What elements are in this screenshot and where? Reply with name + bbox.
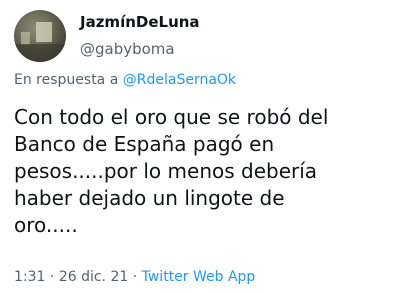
tweet-text-line: pesos.....por lo menos debería <box>14 159 318 183</box>
tweet-text-line: Banco de España pagó en <box>14 132 275 156</box>
tweet-text: Con todo el oro que se robó del Banco de… <box>14 104 416 239</box>
tweet-card: JazmínDeLuna @gabyboma En respuesta a @R… <box>0 0 420 292</box>
avatar-image-detail <box>14 44 66 62</box>
tweet-metadata: 1:31 · 26 dic. 21 · Twitter Web App <box>14 267 255 287</box>
author-display-name[interactable]: JazmínDeLuna <box>80 12 200 32</box>
tweet-source-link[interactable]: Twitter Web App <box>142 269 256 285</box>
reply-prefix: En respuesta a <box>14 72 119 88</box>
tweet-text-line: oro..... <box>14 213 78 237</box>
reply-context: En respuesta a @RdelaSernaOk <box>14 70 236 90</box>
meta-separator: · <box>45 269 59 285</box>
avatar-image-detail <box>36 22 52 42</box>
tweet-text-line: haber dejado un lingote de <box>14 186 285 210</box>
tweet-time[interactable]: 1:31 <box>14 269 45 285</box>
tweet-date[interactable]: 26 dic. 21 <box>59 269 128 285</box>
avatar[interactable] <box>14 10 66 62</box>
author-handle[interactable]: @gabyboma <box>80 39 175 59</box>
reply-mention-link[interactable]: @RdelaSernaOk <box>123 72 236 88</box>
tweet-text-line: Con todo el oro que se robó del <box>14 105 329 129</box>
meta-separator: · <box>128 269 142 285</box>
